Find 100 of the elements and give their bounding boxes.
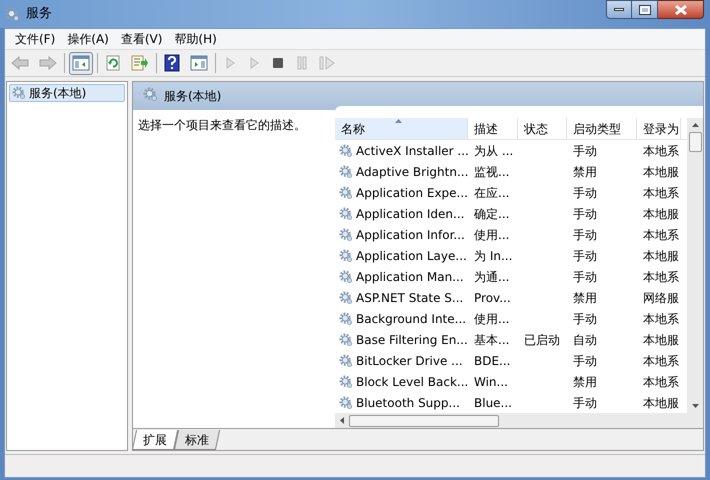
tree-item[interactable]: 服务(本地) [9,84,125,102]
table-cell-text: 基本... [474,332,510,348]
view-tab[interactable]: 扩展 [132,430,178,450]
scroll-thumb[interactable] [349,414,499,426]
gear-icon [339,164,353,178]
play-icon [225,56,235,70]
column-header[interactable]: 登录为 [637,118,681,139]
table-cell-text: 本地服 [643,248,679,264]
gear-icon [339,206,353,220]
table-cell-text: 为 In... [474,248,512,264]
maximize-button[interactable] [632,0,658,19]
scroll-up-icon[interactable] [692,123,698,127]
back-arrow-icon [11,56,29,70]
column-header[interactable]: 描述 [468,118,518,139]
gear-icon [339,354,353,368]
table-cell-text: 手动 [573,310,597,328]
stop-icon [272,57,284,69]
view-tab[interactable]: 标准 [174,430,220,450]
menu-item[interactable]: 操作(A) [63,30,113,48]
column-header[interactable]: 状态 [518,118,567,139]
table-cell-text: BDE... [474,352,510,370]
table-cell-text: 已启动 [524,332,560,348]
sort-arrow-icon [395,119,402,123]
scroll-left-icon[interactable] [340,417,344,424]
menu-item[interactable]: 帮助(H) [170,30,221,48]
table-cell-text: 网络服 [643,290,679,306]
table-cell-text: Application Infor... [356,226,465,244]
table-cell-text: Adaptive Brightn... [356,164,468,180]
gear-icon [143,87,158,102]
menu-item[interactable]: 文件(F) [11,30,60,48]
pause-icon [296,56,308,70]
minimize-button[interactable] [606,0,632,19]
table-cell-text: Application Man... [356,268,464,286]
pane-title: 服务(本地) [164,88,222,105]
table-cell-text: 本地服 [643,394,679,412]
gear-icon [339,248,353,262]
table-cell-text: 本地服 [643,206,679,222]
table-cell-text: 本地服 [643,332,679,348]
table-cell-text: 本地系 [643,226,679,244]
table-cell-text: 本地系 [643,268,679,286]
table-cell-text: 手动 [573,226,597,244]
gear-icon [12,86,26,100]
table-cell-text: 在应... [474,184,510,202]
gear-icon [339,228,353,242]
table-cell-text: 手动 [573,394,597,412]
table-cell-text: 本地系 [643,142,679,160]
scroll-thumb[interactable] [688,132,702,152]
table-cell-text: 手动 [573,142,597,160]
gear-icon [339,332,353,346]
table-cell-text: 本地系 [643,310,679,328]
play-icon [249,56,259,70]
table-cell-text: 禁用 [573,374,597,390]
table-cell-text: Blue... [474,394,512,412]
table-cell-text: 手动 [573,268,597,286]
gear-icon [339,270,353,284]
gear-icon [339,144,353,158]
table-cell-text: 手动 [573,206,597,222]
table-cell-text: 禁用 [573,164,597,180]
horizontal-scrollbar[interactable] [335,413,703,428]
table-cell-text: 使用... [474,226,510,244]
gear-icon [339,312,353,326]
table-cell-text: 为从 ... [474,142,514,160]
table-cell-text: Application Laye... [356,248,467,264]
services-app-icon [5,6,20,22]
table-cell-text: Background Inte... [356,310,466,328]
table-cell-text: 本地系 [643,374,679,390]
vertical-scrollbar[interactable] [687,118,703,413]
table-cell-text: 本地系 [643,184,679,202]
help-icon [164,54,180,72]
table-cell-text: Block Level Back... [356,374,468,390]
scroll-down-icon[interactable] [692,404,698,408]
table-cell-text: 自动 [573,332,597,348]
table-cell-text: Application Iden... [356,206,464,222]
table-cell-text: Bluetooth Supp... [356,394,460,412]
table-cell-text: 确定... [474,206,510,222]
forward-arrow-icon [39,56,57,70]
table-cell-text: BitLocker Drive ... [356,352,463,370]
table-cell-text: 本地系 [643,352,679,370]
close-button[interactable] [658,0,704,19]
table-cell-text: 禁用 [573,290,597,306]
close-icon [674,4,686,14]
table-cell-text: 手动 [573,352,597,370]
table-cell-text: 使用... [474,310,510,328]
gear-icon [339,290,353,304]
table-cell-text: Application Expe... [356,184,468,202]
refresh-icon [105,55,121,71]
table-cell-text: 本地服 [643,164,679,180]
console-tree-icon [72,55,90,71]
action-pane-icon [190,55,208,71]
table-cell-text: 为通... [474,268,510,286]
table-cell-text: 手动 [573,184,597,202]
menu-item[interactable]: 查看(V) [116,30,166,48]
gear-icon [339,374,353,388]
table-cell-text: 手动 [573,248,597,264]
resume-icon [319,56,335,70]
table-cell-text: ActiveX Installer ... [356,142,468,160]
export-list-icon [131,55,149,71]
column-header[interactable]: 名称 [335,118,468,139]
table-cell-text: 监视... [474,164,510,180]
column-header[interactable]: 启动类型 [567,118,637,139]
